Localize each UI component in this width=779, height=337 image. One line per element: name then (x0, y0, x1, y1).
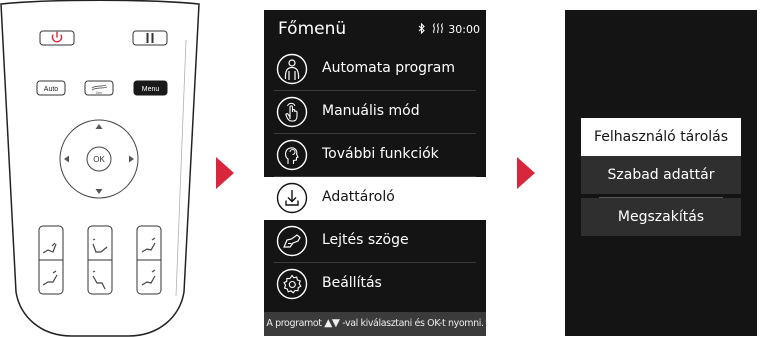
heat-icon (433, 23, 444, 34)
menu-item-adattarolo[interactable]: Adattároló (264, 177, 486, 220)
next-step-arrow-icon (517, 157, 535, 189)
legrest-buttons[interactable] (87, 225, 113, 295)
menu-item-label: Lejtés szöge (322, 232, 409, 248)
bluetooth-icon (418, 22, 425, 35)
option-szabad-adattar[interactable]: Szabad adattár (581, 156, 741, 194)
timer-value: 30:00 (448, 23, 480, 36)
auto-button[interactable]: Auto (36, 80, 66, 96)
slide-buttons[interactable] (136, 225, 162, 295)
ok-button[interactable]: OK (86, 146, 112, 172)
menu-item-label: Manuális mód (322, 103, 420, 119)
menu-button[interactable]: Menu (133, 80, 168, 96)
next-step-arrow-icon (216, 157, 234, 189)
menu-item-beallitas[interactable]: Beállítás (264, 263, 486, 306)
pause-button[interactable] (132, 30, 168, 46)
menu-item-label: Adattároló (322, 189, 395, 205)
option-felhasznalo-tarolas[interactable]: Felhasználó tárolás (581, 118, 741, 156)
main-menu-screen: Főmenü 30:00 Automata program Manuális m… (264, 10, 486, 336)
menu-item-lejtes-szoge[interactable]: Lejtés szöge (264, 220, 486, 263)
zero-gravity-button[interactable]: Zero (84, 80, 114, 96)
menu-item-label: További funkciók (322, 146, 439, 162)
head-face-icon (276, 139, 308, 171)
data-storage-screen: Felhasználó tárolás Szabad adattár Megsz… (565, 10, 757, 336)
menu-item-tovabbi-funkciok[interactable]: További funkciók (264, 134, 486, 177)
hint-text: A programot ▲▼ -val kiválasztani és OK-t… (264, 317, 486, 329)
zero-label: Zero (96, 91, 103, 95)
status-bar: 30:00 (418, 22, 480, 36)
menu-item-label: Automata program (322, 60, 455, 76)
screen-header: Főmenü 30:00 (264, 10, 486, 48)
auto-label: Auto (44, 86, 59, 93)
menu-item-manualis-mod[interactable]: Manuális mód (264, 91, 486, 134)
menu-label: Menu (142, 86, 160, 93)
ok-label: OK (93, 155, 105, 164)
option-megszakitas[interactable]: Megszakítás (581, 198, 741, 236)
page-title: Főmenü (278, 19, 347, 39)
hint-pre: A programot (266, 318, 322, 329)
power-button[interactable] (39, 30, 75, 46)
remote-control: Auto Zero Menu OK (0, 0, 200, 337)
hand-touch-icon (276, 96, 308, 128)
menu-item-automata-program[interactable]: Automata program (264, 48, 486, 91)
download-icon (276, 182, 308, 214)
menu-item-label: Beállítás (322, 275, 382, 291)
recline-chair-icon (276, 225, 308, 257)
hint-post: -val kiválasztani és OK-t nyomni. (342, 318, 484, 329)
hint-footer: A programot ▲▼ -val kiválasztani és OK-t… (264, 312, 486, 336)
settings-gear-icon (276, 268, 308, 300)
backrest-recline-buttons[interactable] (38, 225, 64, 295)
person-body-icon (276, 53, 308, 85)
hint-arrows: ▲▼ (324, 317, 340, 329)
dpad: OK (59, 119, 139, 199)
